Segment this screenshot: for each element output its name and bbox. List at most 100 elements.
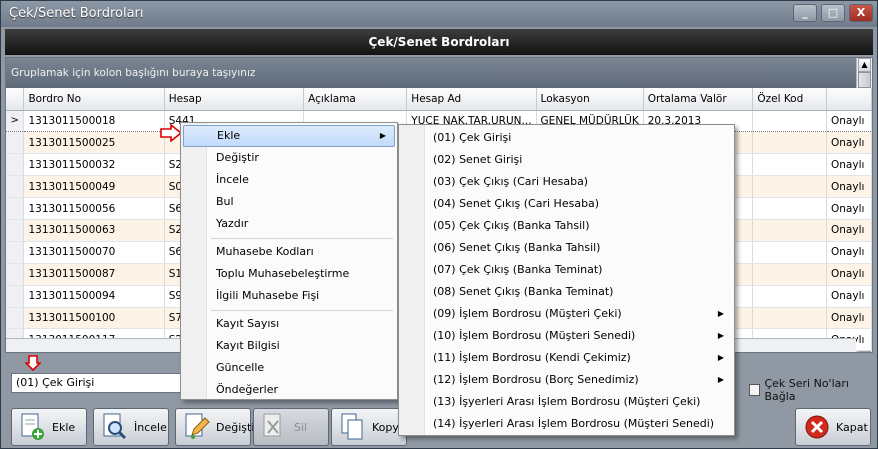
cek-seri-checkbox[interactable]: Çek Seri No'ları Bağla: [749, 377, 877, 403]
table-cell[interactable]: [752, 263, 827, 286]
degistir-button[interactable]: Değiştir: [175, 408, 259, 446]
column-header[interactable]: Bordro No: [23, 88, 165, 111]
table-cell[interactable]: [752, 153, 827, 177]
column-header[interactable]: [826, 88, 872, 111]
table-cell[interactable]: [752, 307, 827, 330]
menu-item-label: Kayıt Sayısı: [216, 317, 280, 330]
close-button[interactable]: X: [849, 4, 873, 22]
menu-item[interactable]: Kayıt Sayısı: [183, 313, 395, 335]
row-indicator[interactable]: [6, 131, 25, 155]
menu-item-label: Kayıt Bilgisi: [216, 339, 280, 352]
table-cell[interactable]: [752, 219, 827, 242]
menu-item[interactable]: Ekle ▶: [183, 125, 395, 147]
row-indicator[interactable]: [6, 307, 25, 330]
submenu-item-label: (06) Senet Çıkış (Banka Tahsil): [433, 241, 601, 254]
title-bar[interactable]: Çek/Senet Bordroları _ □ X: [1, 1, 877, 27]
menu-item[interactable]: Öndeğerler: [183, 379, 395, 401]
table-cell[interactable]: Onaylı: [826, 131, 872, 155]
table-cell[interactable]: 1313011500049: [23, 175, 165, 199]
table-cell[interactable]: 1313011500018: [23, 109, 165, 133]
table-cell[interactable]: 1313011500056: [23, 197, 165, 220]
submenu-item[interactable]: (02) Senet Girişi: [401, 149, 732, 171]
magnifier-icon: [102, 413, 128, 441]
row-indicator[interactable]: [6, 153, 25, 177]
minimize-button[interactable]: _: [793, 4, 817, 22]
kopya-button[interactable]: Kopya: [331, 408, 407, 446]
table-cell[interactable]: [752, 285, 827, 308]
row-indicator[interactable]: >: [6, 109, 25, 133]
table-cell[interactable]: [752, 131, 827, 155]
table-cell[interactable]: [752, 197, 827, 220]
copy-document-icon: [340, 413, 366, 441]
submenu-item[interactable]: (08) Senet Çıkış (Banka Teminat): [401, 281, 732, 303]
submenu-item[interactable]: (04) Senet Çıkış (Cari Hesaba): [401, 193, 732, 215]
submenu-item[interactable]: (12) İşlem Bordrosu (Borç Senedimiz) ▶: [401, 369, 732, 391]
submenu-arrow-icon: ▶: [717, 331, 724, 340]
column-header[interactable]: [6, 88, 25, 111]
submenu-item[interactable]: (01) Çek Girişi: [401, 127, 732, 149]
table-cell[interactable]: Onaylı: [826, 263, 872, 286]
incele-button[interactable]: İncele: [93, 408, 169, 446]
table-cell[interactable]: Onaylı: [826, 241, 872, 264]
table-cell[interactable]: 1313011500094: [23, 285, 165, 308]
menu-item[interactable]: İlgili Muhasebe Fişi: [183, 285, 395, 307]
down-arrow-icon: [25, 355, 41, 371]
scroll-up-icon[interactable]: ▲: [858, 58, 871, 72]
column-header[interactable]: Lokasyon: [536, 88, 644, 111]
table-cell[interactable]: [752, 109, 827, 133]
kapat-button[interactable]: Kapat: [795, 408, 871, 446]
table-cell[interactable]: 1313011500063: [23, 219, 165, 242]
ekle-button[interactable]: Ekle: [11, 408, 87, 446]
column-header[interactable]: Özel Kod: [752, 88, 827, 111]
submenu-item[interactable]: (09) İşlem Bordrosu (Müşteri Çeki) ▶: [401, 303, 732, 325]
group-panel[interactable]: Gruplamak için kolon başlığını buraya ta…: [6, 58, 856, 88]
checkbox-box[interactable]: [749, 384, 761, 396]
submenu-item[interactable]: (07) Çek Çıkış (Banka Teminat): [401, 259, 732, 281]
row-indicator[interactable]: [6, 219, 25, 242]
table-cell[interactable]: Onaylı: [826, 153, 872, 177]
table-cell[interactable]: Onaylı: [826, 197, 872, 220]
submenu-item[interactable]: (05) Çek Çıkış (Banka Tahsil): [401, 215, 732, 237]
table-cell[interactable]: 1313011500025: [23, 131, 165, 155]
row-indicator[interactable]: [6, 175, 25, 199]
submenu-item-label: (02) Senet Girişi: [433, 153, 523, 166]
sil-button[interactable]: Sil: [253, 408, 329, 446]
table-cell[interactable]: [752, 175, 827, 199]
row-indicator[interactable]: [6, 263, 25, 286]
table-cell[interactable]: Onaylı: [826, 307, 872, 330]
table-cell[interactable]: 1313011500070: [23, 241, 165, 264]
table-cell[interactable]: Onaylı: [826, 109, 872, 133]
table-cell[interactable]: [752, 241, 827, 264]
column-header[interactable]: Hesap: [164, 88, 305, 111]
submenu-item[interactable]: (03) Çek Çıkış (Cari Hesaba): [401, 171, 732, 193]
table-cell[interactable]: 1313011500100: [23, 307, 165, 330]
table-cell[interactable]: 1313011500032: [23, 153, 165, 177]
menu-item[interactable]: Yazdır: [183, 213, 395, 235]
menu-item[interactable]: Bul: [183, 191, 395, 213]
submenu-item[interactable]: (14) İşyerleri Arası İşlem Bordrosu (Müş…: [401, 413, 732, 435]
menu-item[interactable]: Kayıt Bilgisi: [183, 335, 395, 357]
menu-item[interactable]: Toplu Muhasebeleştirme: [183, 263, 395, 285]
scroll-thumb[interactable]: [858, 72, 871, 88]
row-indicator[interactable]: [6, 285, 25, 308]
row-indicator[interactable]: [6, 241, 25, 264]
column-header[interactable]: Açıklama: [303, 88, 408, 111]
submenu-item[interactable]: (10) İşlem Bordrosu (Müşteri Senedi) ▶: [401, 325, 732, 347]
maximize-button[interactable]: □: [821, 4, 845, 22]
submenu-item-label: (12) İşlem Bordrosu (Borç Senedimiz): [433, 373, 639, 386]
menu-item[interactable]: Değiştir: [183, 147, 395, 169]
menu-item[interactable]: Muhasebe Kodları: [183, 241, 395, 263]
menu-item[interactable]: Güncelle: [183, 357, 395, 379]
submenu-item[interactable]: (13) İşyerleri Arası İşlem Bordrosu (Müş…: [401, 391, 732, 413]
column-header[interactable]: Hesap Ad: [406, 88, 537, 111]
column-header[interactable]: Ortalama Valör: [643, 88, 754, 111]
table-cell[interactable]: 1313011500087: [23, 263, 165, 286]
menu-item[interactable]: İncele: [183, 169, 395, 191]
table-cell[interactable]: Onaylı: [826, 285, 872, 308]
table-cell[interactable]: Onaylı: [826, 219, 872, 242]
submenu-item[interactable]: (06) Senet Çıkış (Banka Tahsil): [401, 237, 732, 259]
bordro-type-field[interactable]: (01) Çek Girişi: [11, 373, 183, 393]
submenu-item[interactable]: (11) İşlem Bordrosu (Kendi Çekimiz) ▶: [401, 347, 732, 369]
row-indicator[interactable]: [6, 197, 25, 220]
table-cell[interactable]: Onaylı: [826, 175, 872, 199]
